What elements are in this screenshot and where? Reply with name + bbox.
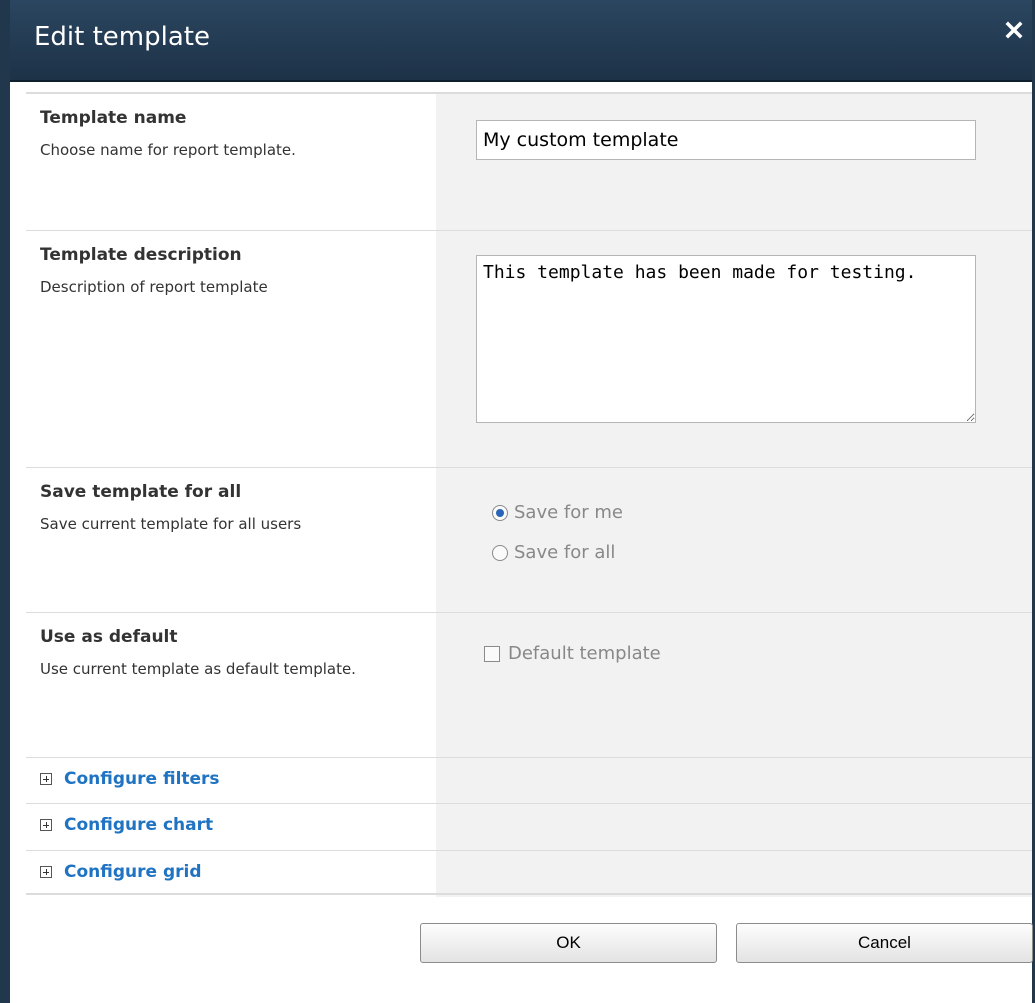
save-for-all-radio[interactable]: Save for all [492, 542, 615, 563]
radio-button[interactable] [492, 544, 508, 561]
save-for-me-radio[interactable]: Save for me [492, 502, 623, 523]
expander-label: Configure filters [64, 769, 220, 789]
section-control-area: This template has been made for testing. [436, 231, 1032, 467]
section-label-area: Template name Choose name for report tem… [26, 94, 436, 230]
section-description: Description of report template [40, 278, 268, 296]
expander-label: Configure grid [64, 862, 202, 882]
template-description-textarea[interactable]: This template has been made for testing. [476, 255, 976, 423]
checkbox-label: Default template [508, 643, 661, 664]
section-title: Save template for all [40, 482, 242, 502]
plus-box-icon[interactable] [40, 773, 52, 785]
close-icon[interactable] [1002, 18, 1026, 42]
template-name-input[interactable] [476, 120, 976, 160]
section-label-area: Use as default Use current template as d… [26, 613, 436, 757]
edit-template-dialog: Edit template Template name Choose name … [0, 0, 1035, 1003]
section-configure-chart: Configure chart [26, 803, 1032, 850]
radio-label: Save for me [514, 502, 623, 523]
checkbox-box[interactable] [484, 645, 500, 662]
section-description: Use current template as default template… [40, 660, 356, 678]
cancel-button[interactable]: Cancel [736, 923, 1033, 963]
expander-label-area: Configure chart [26, 804, 436, 850]
radio-label: Save for all [514, 542, 616, 563]
ok-button[interactable]: OK [420, 923, 717, 963]
expander-control-area [436, 851, 1032, 897]
section-control-area: Default template [436, 613, 1032, 757]
section-use-default: Use as default Use current template as d… [26, 612, 1032, 757]
configure-chart-link[interactable]: Configure chart [40, 815, 422, 835]
radio-button-checked[interactable] [492, 504, 508, 521]
expander-control-area [436, 804, 1032, 850]
expander-control-area [436, 758, 1032, 803]
plus-box-icon[interactable] [40, 866, 52, 878]
configure-filters-link[interactable]: Configure filters [40, 769, 422, 789]
default-template-checkbox[interactable]: Default template [484, 643, 661, 664]
dialog-content: Template name Choose name for report tem… [26, 92, 1032, 897]
section-template-description: Template description Description of repo… [26, 230, 1032, 467]
expander-label-area: Configure grid [26, 851, 436, 897]
section-configure-filters: Configure filters [26, 757, 1032, 803]
dialog-title: Edit template [34, 22, 210, 52]
dialog-titlebar: Edit template [10, 0, 1032, 82]
expander-label-area: Configure filters [26, 758, 436, 803]
section-configure-grid: Configure grid [26, 850, 1032, 897]
section-description: Choose name for report template. [40, 141, 296, 159]
section-control-area [436, 94, 1032, 230]
expander-label: Configure chart [64, 815, 214, 835]
section-title: Use as default [40, 627, 178, 647]
section-save-for: Save template for all Save current templ… [26, 467, 1032, 612]
section-template-name: Template name Choose name for report tem… [26, 92, 1032, 230]
section-label-area: Save template for all Save current templ… [26, 468, 436, 612]
section-control-area: Save for me Save for all [436, 468, 1032, 612]
section-title: Template description [40, 245, 242, 265]
dialog-footer: OK Cancel [26, 893, 1033, 963]
section-label-area: Template description Description of repo… [26, 231, 436, 467]
section-title: Template name [40, 108, 187, 128]
configure-grid-link[interactable]: Configure grid [40, 862, 422, 882]
section-description: Save current template for all users [40, 515, 302, 533]
plus-box-icon[interactable] [40, 819, 52, 831]
